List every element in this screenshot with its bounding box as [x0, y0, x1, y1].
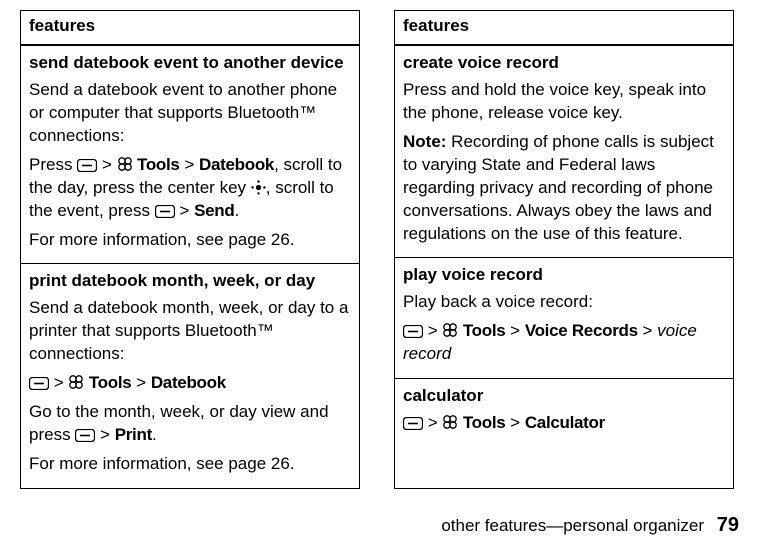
text: Go to the month, week, or day view and p… — [29, 402, 329, 444]
tools-icon — [442, 414, 458, 430]
menu-tools: Tools — [84, 373, 131, 392]
gt: > — [179, 201, 189, 220]
right-row-2: calculator > Tools > Calculator — [395, 379, 733, 447]
tools-icon — [442, 322, 458, 338]
page-content: features send datebook event to another … — [0, 0, 759, 489]
gt: > — [100, 425, 110, 444]
menu-key-icon — [403, 325, 423, 338]
feature-desc: Send a datebook month, week, or day to a… — [29, 297, 351, 366]
text: Press — [29, 155, 77, 174]
note-label: Note: — [403, 132, 446, 151]
feature-moreinfo: For more information, see page 26. — [29, 229, 351, 252]
menu-key-icon — [155, 205, 175, 218]
left-row-0: send datebook event to another device Se… — [21, 46, 359, 265]
left-table: features send datebook event to another … — [20, 10, 360, 489]
text: . — [234, 201, 239, 220]
feature-path: > Tools > Calculator — [403, 412, 725, 435]
menu-key-icon — [29, 377, 49, 390]
menu-tools: Tools — [133, 155, 180, 174]
menu-send: Send — [194, 201, 234, 220]
feature-instructions: Go to the month, week, or day view and p… — [29, 401, 351, 447]
feature-title: create voice record — [403, 52, 725, 75]
feature-title: send datebook event to another device — [29, 52, 351, 75]
gt: > — [54, 373, 64, 392]
note-body: Recording of phone calls is subject to v… — [403, 132, 714, 243]
left-row-1: print datebook month, week, or day Send … — [21, 264, 359, 488]
feature-instructions: Press > Tools > Datebook, scroll to the … — [29, 154, 351, 223]
gt: > — [510, 413, 520, 432]
gt: > — [428, 321, 438, 340]
page-footer: other features—personal organizer 79 — [441, 512, 739, 539]
menu-key-icon — [77, 159, 97, 172]
gt: > — [184, 155, 194, 174]
right-table: features create voice record Press and h… — [394, 10, 734, 489]
footer-section: other features—personal organizer — [441, 516, 704, 535]
menu-calculator: Calculator — [525, 413, 605, 432]
feature-path: > Tools > Datebook — [29, 372, 351, 395]
right-row-0: create voice record Press and hold the v… — [395, 46, 733, 259]
center-key-icon — [251, 180, 266, 195]
gt: > — [102, 155, 112, 174]
feature-path: > Tools > Voice Records > voice record — [403, 320, 725, 366]
menu-tools: Tools — [458, 321, 505, 340]
gt: > — [510, 321, 520, 340]
menu-print: Print — [115, 425, 152, 444]
gt: > — [643, 321, 653, 340]
menu-key-icon — [403, 417, 423, 430]
feature-desc: Play back a voice record: — [403, 291, 725, 314]
menu-datebook: Datebook — [199, 155, 274, 174]
feature-title: calculator — [403, 385, 725, 408]
right-row-1: play voice record Play back a voice reco… — [395, 258, 733, 379]
feature-desc: Press and hold the voice key, speak into… — [403, 79, 725, 125]
feature-title: play voice record — [403, 264, 725, 287]
menu-key-icon — [75, 429, 95, 442]
menu-voicerecords: Voice Records — [525, 321, 638, 340]
feature-desc: Send a datebook event to another phone o… — [29, 79, 351, 148]
menu-tools: Tools — [458, 413, 505, 432]
gt: > — [136, 373, 146, 392]
menu-datebook: Datebook — [151, 373, 226, 392]
tools-icon — [68, 374, 84, 390]
feature-title: print datebook month, week, or day — [29, 270, 351, 293]
page-number: 79 — [717, 514, 739, 536]
text: . — [152, 425, 157, 444]
tools-icon — [117, 156, 133, 172]
gt: > — [428, 413, 438, 432]
feature-moreinfo: For more information, see page 26. — [29, 453, 351, 476]
left-header: features — [21, 11, 359, 46]
right-header: features — [395, 11, 733, 46]
feature-note: Note: Recording of phone calls is subjec… — [403, 131, 725, 246]
